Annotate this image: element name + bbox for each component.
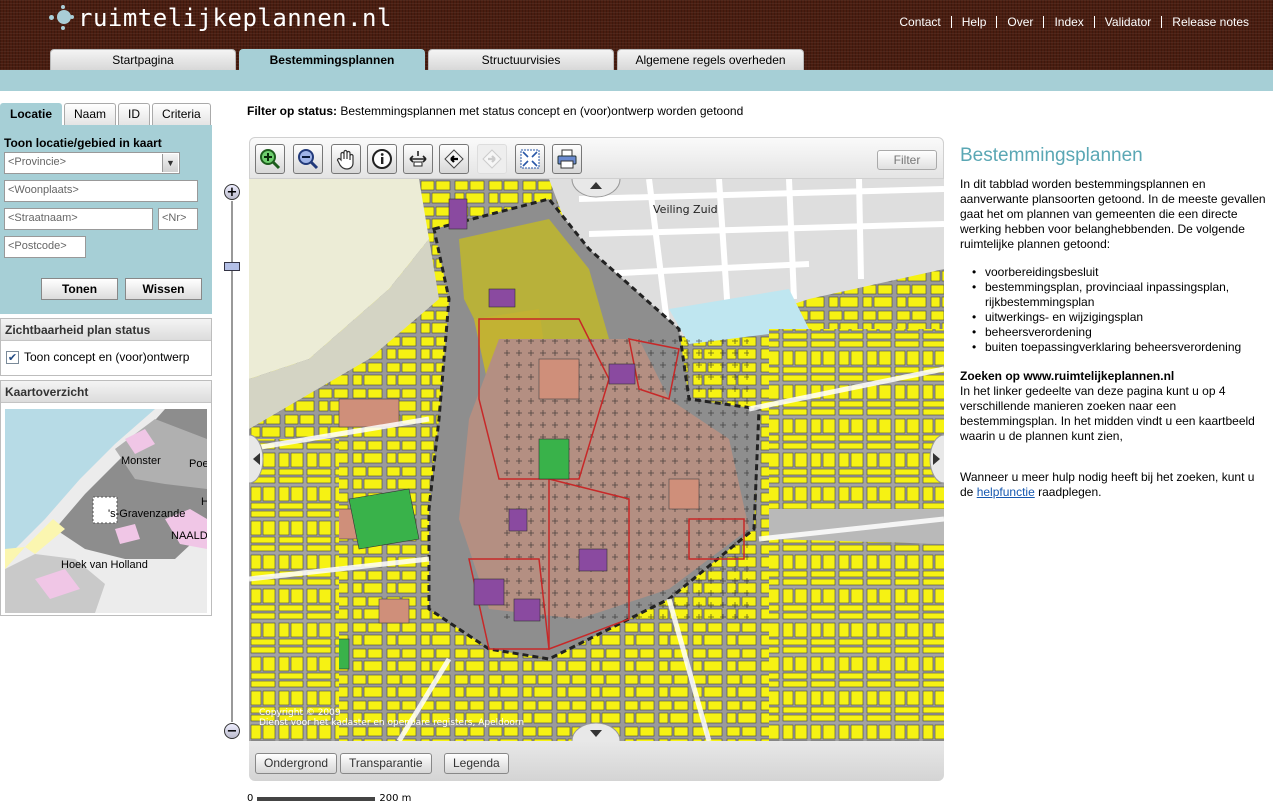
pan-hand-icon[interactable]	[331, 144, 361, 174]
location-heading: Toon locatie/gebied in kaart	[4, 136, 162, 150]
site-logo[interactable]: ruimtelijkeplannen.nl	[48, 4, 392, 32]
plan-type-list: voorbereidingsbesluit bestemmingsplan, p…	[972, 265, 1268, 355]
overview-label-poe: Poe	[189, 458, 207, 470]
scale-bar-line	[257, 796, 376, 801]
huisnummer-input[interactable]: <Nr>	[158, 208, 198, 230]
map-copyright-1: Copyright © 2009	[259, 708, 341, 718]
tab-algemene-regels[interactable]: Algemene regels overheden	[617, 49, 804, 70]
map-toolbar: Filter	[249, 137, 944, 179]
overview-label-naald: NAALD	[171, 530, 207, 542]
overview-map[interactable]: Monster Poe 's-Gravenzande NAALD Hoek va…	[5, 409, 207, 613]
zoom-slider-track[interactable]	[231, 201, 233, 722]
tab-structuurvisies[interactable]: Structuurvisies	[428, 49, 614, 70]
overview-label-h: H	[201, 496, 207, 508]
top-navigation: Contact Help Over Index Validator Releas…	[889, 16, 1259, 28]
tab-naam[interactable]: Naam	[64, 103, 117, 125]
nav-contact[interactable]: Contact	[889, 16, 950, 28]
print-icon[interactable]	[552, 144, 582, 174]
legenda-button[interactable]: Legenda	[444, 753, 509, 774]
ondergrond-button[interactable]: Ondergrond	[255, 753, 338, 774]
tab-stripe	[0, 70, 1273, 91]
list-item: uitwerkings- en wijzigingsplan	[972, 310, 1268, 325]
transparantie-button[interactable]: Transparantie	[340, 753, 432, 774]
list-item: beheersverordening	[972, 325, 1268, 340]
filter-prefix: Filter op status:	[247, 104, 338, 118]
info-icon[interactable]	[367, 144, 397, 174]
list-item: bestemmingsplan, provinciaal inpassingsp…	[972, 280, 1268, 310]
tab-startpagina[interactable]: Startpagina	[50, 49, 236, 70]
tab-id[interactable]: ID	[118, 103, 151, 125]
overview-label-gravenzande: 's-Gravenzande	[108, 508, 185, 520]
chevron-down-icon[interactable]: ▼	[162, 154, 178, 172]
overview-map-box: Kaartoverzicht Monster Poe 's-Gravenzand…	[0, 380, 212, 616]
zoom-in-icon[interactable]: +	[224, 184, 240, 200]
next-extent-icon[interactable]	[477, 144, 507, 174]
overview-label-hoek: Hoek van Holland	[61, 559, 148, 571]
nav-index[interactable]: Index	[1043, 16, 1093, 28]
info-panel: Bestemmingsplannen In dit tabblad worden…	[960, 145, 1268, 500]
map-image: Veiling Zuid Copyright © 2009 Dienst voo…	[249, 179, 944, 741]
map-place-label: Veiling Zuid	[653, 203, 718, 216]
measure-icon[interactable]	[403, 144, 433, 174]
search-description: In het linker gedeelte van deze pagina k…	[960, 384, 1255, 443]
zoom-slider-handle[interactable]	[224, 262, 240, 271]
map-filter-button[interactable]: Filter	[877, 150, 937, 170]
straatnaam-input[interactable]: <Straatnaam>	[4, 208, 153, 230]
wissen-button[interactable]: Wissen	[125, 278, 202, 300]
previous-extent-icon[interactable]	[439, 144, 469, 174]
zoom-out-tool-icon[interactable]	[293, 144, 323, 174]
postcode-input[interactable]: <Postcode>	[4, 236, 86, 258]
help-link[interactable]: helpfunctie	[977, 485, 1035, 499]
overview-label-monster: Monster	[121, 455, 161, 467]
list-item: voorbereidingsbesluit	[972, 265, 1268, 280]
list-item: buiten toepassingverklaring beheersveror…	[972, 340, 1268, 355]
logo-text: ruimtelijkeplannen.nl	[78, 4, 392, 32]
tab-bestemmingsplannen[interactable]: Bestemmingsplannen	[239, 49, 425, 70]
filter-description: Bestemmingsplannen met status concept en…	[340, 104, 744, 118]
map-scale-bar: 0 200 m	[247, 793, 411, 804]
scale-start: 0	[247, 793, 254, 804]
nav-over[interactable]: Over	[996, 16, 1043, 28]
map-canvas[interactable]: Veiling Zuid Copyright © 2009 Dienst voo…	[249, 179, 944, 741]
site-header: ruimtelijkeplannen.nl Contact Help Over …	[0, 0, 1273, 70]
map-bottom-bar: Ondergrond Transparantie Legenda	[249, 741, 944, 781]
plan-status-box: Zichtbaarheid plan status ✔ Toon concept…	[0, 318, 212, 376]
nav-release-notes[interactable]: Release notes	[1161, 16, 1259, 28]
woonplaats-input[interactable]: <Woonplaats>	[4, 180, 198, 202]
tonen-button[interactable]: Tonen	[41, 278, 118, 300]
provincie-select[interactable]: <Provincie> ▼	[4, 152, 180, 174]
info-title: Bestemmingsplannen	[960, 145, 1143, 166]
logo-dots-icon	[48, 5, 74, 31]
plan-status-title: Zichtbaarheid plan status	[1, 319, 211, 341]
overview-title: Kaartoverzicht	[1, 381, 211, 403]
main-tabs: Startpagina Bestemmingsplannen Structuur…	[50, 49, 807, 70]
help-text: Wanneer u meer hulp nodig heeft bij het …	[960, 470, 1255, 499]
nav-validator[interactable]: Validator	[1093, 16, 1161, 28]
concept-checkbox[interactable]: ✔	[6, 350, 19, 364]
info-intro: In dit tabblad worden bestemmingsplannen…	[960, 177, 1266, 251]
concept-checkbox-label: Toon concept en (voor)ontwerp	[24, 350, 190, 364]
zoom-out-icon[interactable]: −	[224, 723, 240, 739]
full-extent-icon[interactable]	[515, 144, 545, 174]
search-heading: Zoeken op www.ruimtelijkeplannen.nl	[960, 369, 1175, 383]
search-tabs: Locatie Naam ID Criteria	[0, 103, 213, 125]
nav-help[interactable]: Help	[950, 16, 997, 28]
tab-locatie[interactable]: Locatie	[0, 103, 63, 125]
map-copyright-2: Dienst voor het kadaster en openbare reg…	[259, 718, 524, 728]
scale-end: 200 m	[379, 793, 412, 804]
zoom-in-tool-icon[interactable]	[255, 144, 285, 174]
tab-criteria[interactable]: Criteria	[152, 103, 211, 125]
status-filter-text: Filter op status: Bestemmingsplannen met…	[247, 104, 743, 118]
